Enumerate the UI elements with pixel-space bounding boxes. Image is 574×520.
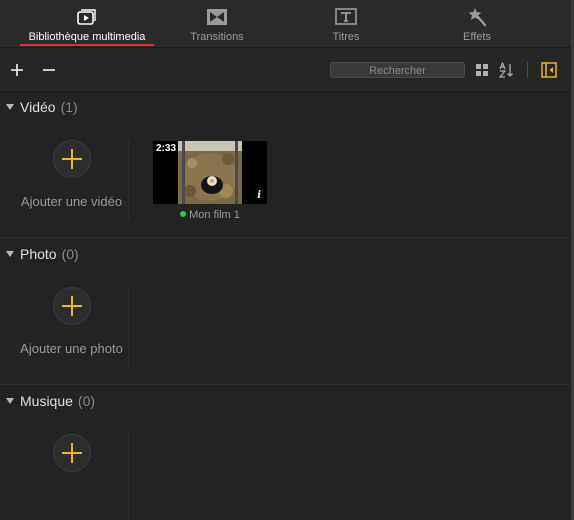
sidebar-toggle-icon <box>541 62 557 78</box>
disclosure-triangle-icon <box>6 251 14 257</box>
tab-titles[interactable]: Titres <box>322 0 370 47</box>
plus-icon <box>62 443 82 463</box>
music-section-header[interactable]: Musique (0) <box>0 386 574 416</box>
section-count: (1) <box>60 99 78 115</box>
add-video-button[interactable] <box>53 140 91 178</box>
tab-label: Transitions <box>190 31 244 43</box>
clip-duration: 2:33 <box>156 143 177 154</box>
clip-preview-image <box>178 141 242 204</box>
media-library-icon <box>77 7 97 27</box>
tab-effects[interactable]: Effets <box>456 0 498 47</box>
music-section: Musique (0) <box>0 386 574 520</box>
plus-icon <box>11 64 23 76</box>
section-divider <box>0 237 574 238</box>
remove-media-button[interactable] <box>39 60 59 80</box>
photo-section-header[interactable]: Photo (0) <box>0 239 574 269</box>
clip-thumbnail[interactable]: 2:33 i <box>153 141 267 204</box>
add-photo-label[interactable]: Ajouter une photo <box>0 341 143 356</box>
section-count: (0) <box>61 246 79 262</box>
add-photo-button[interactable] <box>53 287 91 325</box>
section-title: Musique <box>20 393 73 409</box>
clip-name: Mon film 1 <box>189 209 240 221</box>
tab-media-library[interactable]: Bibliothèque multimedia <box>20 0 154 47</box>
tab-label: Titres <box>332 31 360 43</box>
add-music-button[interactable] <box>53 434 91 472</box>
add-media-button[interactable] <box>7 60 27 80</box>
active-tab-underline <box>20 44 154 46</box>
toolbar: Rechercher <box>0 48 574 92</box>
video-section-header[interactable]: Vidéo (1) <box>0 92 574 122</box>
tab-label: Effets <box>463 31 491 43</box>
tab-transitions[interactable]: Transitions <box>182 0 252 47</box>
clip-info-icon[interactable]: i <box>257 190 261 201</box>
column-divider <box>128 434 129 520</box>
grid-view-icon <box>476 64 488 76</box>
disclosure-triangle-icon <box>6 104 14 110</box>
clip-name-label[interactable]: Mon film 1 <box>153 209 267 221</box>
video-section: Vidéo (1) Ajouter une vidéo <box>0 92 574 238</box>
section-title: Vidéo <box>20 99 56 115</box>
column-divider <box>128 140 129 220</box>
effects-wand-icon <box>466 7 488 27</box>
tab-label: Bibliothèque multimedia <box>28 31 146 43</box>
tab-bar: Bibliothèque multimedia Transitions Titr… <box>0 0 574 48</box>
section-title: Photo <box>20 246 57 262</box>
toolbar-divider <box>527 62 528 78</box>
transitions-icon <box>206 7 228 27</box>
disclosure-triangle-icon <box>6 398 14 404</box>
titles-icon <box>335 7 357 27</box>
section-divider <box>0 384 574 385</box>
photo-section: Photo (0) Ajouter une photo <box>0 239 574 385</box>
minus-icon <box>43 69 55 71</box>
sort-button[interactable] <box>497 60 517 80</box>
plus-icon <box>62 149 82 169</box>
search-input[interactable]: Rechercher <box>330 62 465 78</box>
status-dot-icon <box>180 211 187 217</box>
grid-view-button[interactable] <box>472 60 492 80</box>
sort-az-icon <box>499 62 513 78</box>
sidebar-toggle-button[interactable] <box>539 60 559 80</box>
column-divider <box>128 287 129 367</box>
section-count: (0) <box>77 393 96 409</box>
add-video-label[interactable]: Ajouter une vidéo <box>0 194 143 209</box>
plus-icon <box>62 296 82 316</box>
